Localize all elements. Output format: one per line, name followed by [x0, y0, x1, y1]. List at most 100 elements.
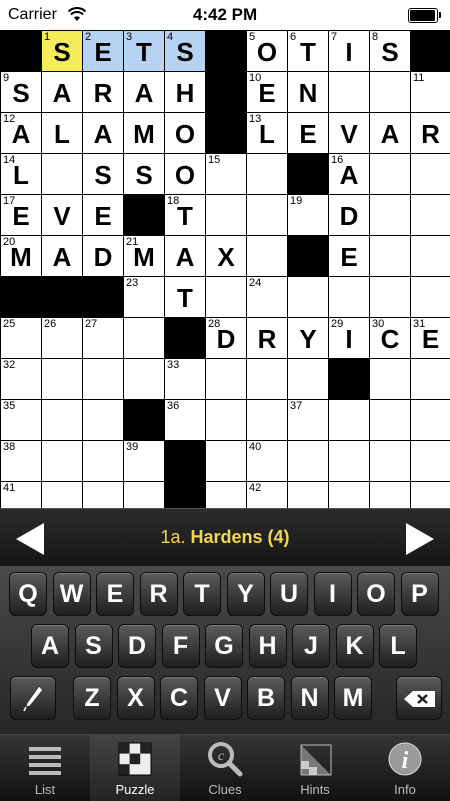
- next-clue-button[interactable]: [406, 523, 434, 555]
- grid-cell-r8-c10[interactable]: [411, 359, 450, 399]
- key-u[interactable]: U: [270, 572, 308, 616]
- grid-cell-r10-c5[interactable]: [206, 441, 246, 481]
- grid-cell-r2-c7[interactable]: E: [288, 113, 328, 153]
- key-v[interactable]: V: [203, 676, 242, 720]
- grid-cell-r2-c8[interactable]: V: [329, 113, 369, 153]
- grid-cell-r9-c2[interactable]: [83, 400, 123, 440]
- grid-cell-r0-c7[interactable]: 6T: [288, 31, 328, 71]
- grid-cell-r4-c7[interactable]: 19: [288, 195, 328, 235]
- pencil-button[interactable]: [10, 676, 56, 720]
- grid-cell-r1-c10[interactable]: 11: [411, 72, 450, 112]
- grid-cell-r3-c3[interactable]: S: [124, 154, 164, 194]
- grid-cell-r1-c2[interactable]: R: [83, 72, 123, 112]
- grid-cell-r8-c2[interactable]: [83, 359, 123, 399]
- grid-cell-r2-c2[interactable]: A: [83, 113, 123, 153]
- grid-cell-r10-c7[interactable]: [288, 441, 328, 481]
- key-n[interactable]: N: [290, 676, 329, 720]
- grid-cell-r5-c9[interactable]: [370, 236, 410, 276]
- grid-cell-r4-c6[interactable]: [247, 195, 287, 235]
- key-d[interactable]: D: [118, 624, 156, 668]
- grid-cell-r3-c6[interactable]: [247, 154, 287, 194]
- key-p[interactable]: P: [400, 572, 439, 616]
- grid-cell-r9-c10[interactable]: [411, 400, 450, 440]
- grid-cell-r6-c7[interactable]: [288, 277, 328, 317]
- tab-puzzle[interactable]: Puzzle: [90, 735, 180, 801]
- grid-cell-r0-c3[interactable]: 3T: [124, 31, 164, 71]
- grid-cell-r4-c4[interactable]: 18 T: [165, 195, 205, 235]
- grid-cell-r0-c6[interactable]: 5O: [247, 31, 287, 71]
- grid-cell-r7-c1[interactable]: 26: [42, 318, 82, 358]
- grid-cell-r5-c1[interactable]: A: [42, 236, 82, 276]
- grid-cell-r8-c7[interactable]: [288, 359, 328, 399]
- grid-cell-r9-c9[interactable]: [370, 400, 410, 440]
- grid-cell-r2-c1[interactable]: L: [42, 113, 82, 153]
- grid-cell-r4-c5[interactable]: [206, 195, 246, 235]
- grid-cell-r5-c4[interactable]: A: [165, 236, 205, 276]
- tab-clues[interactable]: c Clues: [180, 735, 270, 801]
- grid-cell-r7-c6[interactable]: R: [247, 318, 287, 358]
- grid-cell-r6-c6[interactable]: 24: [247, 277, 287, 317]
- grid-cell-r0-c9[interactable]: 8S: [370, 31, 410, 71]
- grid-cell-r0-c8[interactable]: 7I: [329, 31, 369, 71]
- key-k[interactable]: K: [335, 624, 374, 668]
- grid-cell-r1-c0[interactable]: 9S: [1, 72, 41, 112]
- grid-cell-r11-c0[interactable]: 41: [1, 482, 41, 508]
- grid-cell-r2-c3[interactable]: M: [124, 113, 164, 153]
- grid-cell-r7-c5[interactable]: 28 D: [206, 318, 246, 358]
- grid-cell-r6-c5[interactable]: [206, 277, 246, 317]
- key-z[interactable]: Z: [73, 676, 111, 720]
- grid-cell-r1-c9[interactable]: [370, 72, 410, 112]
- grid-cell-r5-c6[interactable]: [247, 236, 287, 276]
- grid-cell-r1-c3[interactable]: A: [124, 72, 164, 112]
- grid-cell-r3-c1[interactable]: [42, 154, 82, 194]
- key-w[interactable]: W: [52, 572, 91, 616]
- grid-cell-r0-c1[interactable]: 1S: [42, 31, 82, 71]
- grid-cell-r9-c6[interactable]: [247, 400, 287, 440]
- grid-cell-r5-c2[interactable]: D: [83, 236, 123, 276]
- key-q[interactable]: Q: [9, 572, 47, 616]
- grid-cell-r3-c2[interactable]: S: [83, 154, 123, 194]
- grid-cell-r11-c10[interactable]: [411, 482, 450, 508]
- grid-cell-r10-c9[interactable]: [370, 441, 410, 481]
- grid-cell-r7-c10[interactable]: 31 E: [411, 318, 450, 358]
- grid-cell-r10-c1[interactable]: [42, 441, 82, 481]
- grid-cell-r2-c10[interactable]: R: [411, 113, 450, 153]
- grid-cell-r5-c5[interactable]: X: [206, 236, 246, 276]
- grid-cell-r6-c4[interactable]: T: [165, 277, 205, 317]
- grid-cell-r1-c1[interactable]: A: [42, 72, 82, 112]
- grid-cell-r7-c2[interactable]: 27: [83, 318, 123, 358]
- grid-cell-r10-c3[interactable]: 39: [124, 441, 164, 481]
- grid-cell-r11-c2[interactable]: [83, 482, 123, 508]
- grid-cell-r3-c0[interactable]: 14 L: [1, 154, 41, 194]
- grid-cell-r3-c8[interactable]: 16 A: [329, 154, 369, 194]
- grid-cell-r4-c2[interactable]: E: [83, 195, 123, 235]
- grid-cell-r0-c2[interactable]: 2E: [83, 31, 123, 71]
- grid-cell-r0-c4[interactable]: 4S: [165, 31, 205, 71]
- grid-cell-r2-c0[interactable]: 12 A: [1, 113, 41, 153]
- grid-cell-r6-c8[interactable]: [329, 277, 369, 317]
- grid-cell-r7-c3[interactable]: [124, 318, 164, 358]
- grid-cell-r4-c1[interactable]: V: [42, 195, 82, 235]
- key-j[interactable]: J: [292, 624, 330, 668]
- tab-list[interactable]: List: [0, 735, 90, 801]
- grid-cell-r5-c3[interactable]: 21 M: [124, 236, 164, 276]
- key-l[interactable]: L: [379, 624, 417, 668]
- grid-cell-r2-c4[interactable]: O: [165, 113, 205, 153]
- key-a[interactable]: A: [31, 624, 69, 668]
- grid-cell-r9-c4[interactable]: 36: [165, 400, 205, 440]
- grid-cell-r11-c3[interactable]: [124, 482, 164, 508]
- grid-cell-r1-c8[interactable]: [329, 72, 369, 112]
- key-x[interactable]: X: [116, 676, 155, 720]
- grid-cell-r10-c10[interactable]: [411, 441, 450, 481]
- grid-cell-r4-c9[interactable]: [370, 195, 410, 235]
- grid-cell-r10-c8[interactable]: [329, 441, 369, 481]
- grid-cell-r5-c8[interactable]: E: [329, 236, 369, 276]
- grid-cell-r8-c4[interactable]: 33: [165, 359, 205, 399]
- grid-cell-r2-c6[interactable]: 13 L: [247, 113, 287, 153]
- grid-cell-r7-c9[interactable]: 30 C: [370, 318, 410, 358]
- key-e[interactable]: E: [96, 572, 134, 616]
- grid-cell-r9-c7[interactable]: 37: [288, 400, 328, 440]
- grid-cell-r8-c0[interactable]: 32: [1, 359, 41, 399]
- key-r[interactable]: R: [139, 572, 178, 616]
- key-h[interactable]: H: [248, 624, 287, 668]
